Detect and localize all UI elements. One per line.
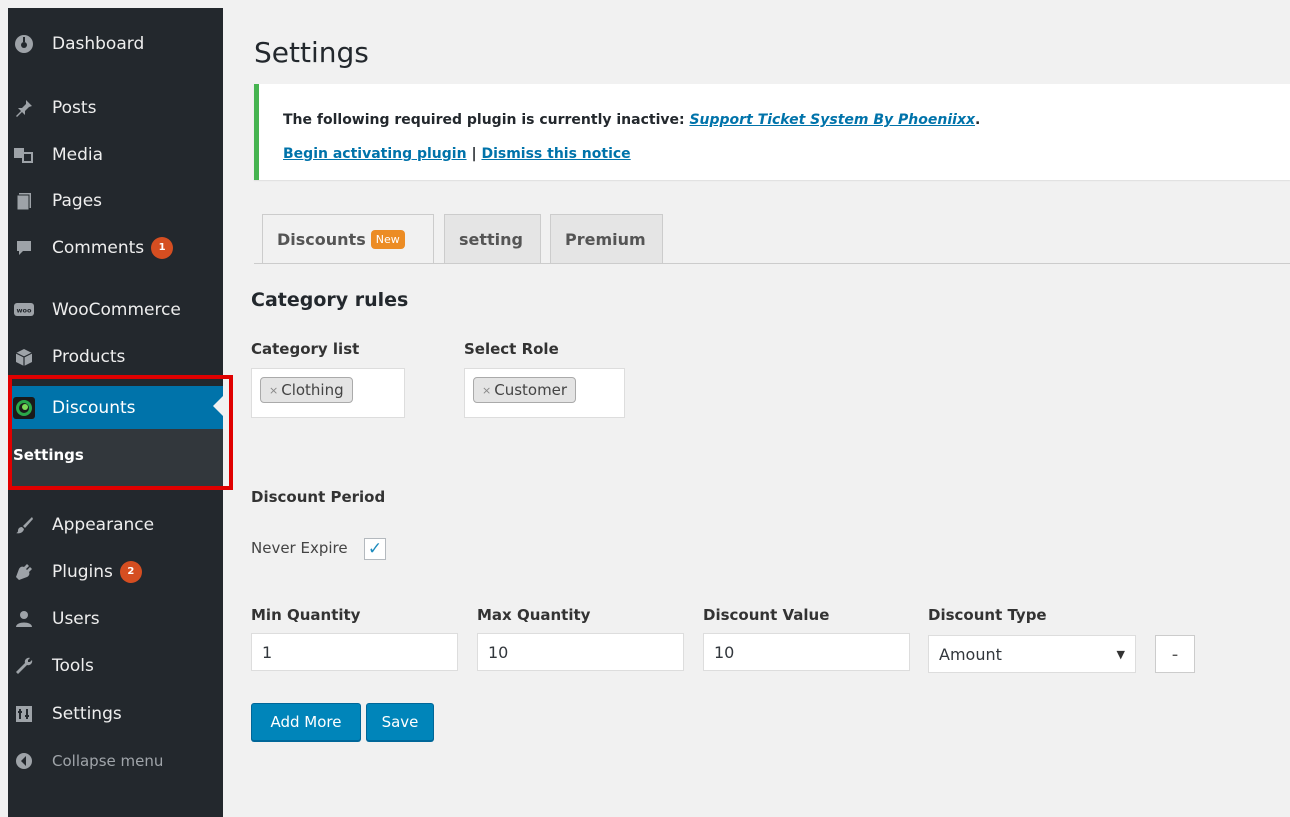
sidebar-item-products[interactable]: Products: [8, 337, 223, 377]
discount-type-select[interactable]: Amount ▼: [928, 635, 1136, 673]
category-token: × Clothing: [260, 377, 353, 403]
sidebar-item-tools[interactable]: Tools: [8, 646, 223, 686]
tab-premium[interactable]: Premium: [550, 214, 663, 264]
comment-icon: [13, 237, 35, 259]
sidebar-item-appearance[interactable]: Appearance: [8, 505, 223, 545]
new-badge: New: [370, 230, 405, 249]
chevron-down-icon: ▼: [1116, 647, 1125, 661]
media-icon: [13, 144, 35, 166]
discount-type-label: Discount Type: [928, 606, 1047, 624]
role-token-label: Customer: [494, 381, 568, 399]
sidebar-item-plugins[interactable]: Plugins 2: [8, 552, 223, 592]
collapse-icon: [13, 750, 35, 772]
tab-setting[interactable]: setting: [444, 214, 541, 264]
woo-icon: woo: [13, 299, 35, 321]
sidebar-item-label: Users: [52, 609, 100, 629]
required-plugin-link[interactable]: Support Ticket System By Phoeniixx: [689, 112, 975, 128]
add-more-button[interactable]: Add More: [251, 703, 361, 741]
sidebar-item-pages[interactable]: Pages: [8, 181, 223, 221]
pin-icon: [13, 97, 35, 119]
brush-icon: [13, 514, 35, 536]
category-token-label: Clothing: [281, 381, 344, 399]
remove-token-icon[interactable]: ×: [482, 384, 491, 397]
tab-label: Discounts: [277, 230, 366, 249]
sidebar-item-label: Dashboard: [52, 34, 145, 54]
category-list-label: Category list: [251, 340, 360, 358]
notice-actions: Begin activating plugin | Dismiss this n…: [283, 146, 631, 162]
dismiss-notice-link[interactable]: Dismiss this notice: [481, 146, 630, 162]
sidebar-item-media[interactable]: Media: [8, 135, 223, 175]
svg-text:woo: woo: [17, 307, 32, 315]
discount-type-value: Amount: [939, 644, 1002, 664]
sidebar-item-users[interactable]: Users: [8, 599, 223, 639]
sidebar-item-label: Tools: [52, 656, 94, 676]
save-button[interactable]: Save: [366, 703, 434, 741]
dashboard-icon: [13, 33, 35, 55]
never-expire-checkbox[interactable]: ✓: [364, 538, 386, 560]
comments-count-badge: 1: [151, 237, 174, 259]
discounts-submenu: Settings: [8, 429, 223, 489]
sidebar-item-label: Settings: [52, 704, 122, 724]
tab-label: setting: [459, 230, 523, 249]
category-rules-heading: Category rules: [251, 289, 409, 311]
sidebar-item-comments[interactable]: Comments 1: [8, 228, 223, 268]
sidebar-item-woocommerce[interactable]: woo WooCommerce: [8, 290, 223, 330]
plug-icon: [13, 561, 35, 583]
discount-period-label: Discount Period: [251, 488, 386, 506]
plugins-count-badge: 2: [119, 561, 142, 583]
min-quantity-input[interactable]: 1: [251, 633, 458, 671]
wrench-icon: [13, 655, 35, 677]
begin-activating-link[interactable]: Begin activating plugin: [283, 146, 467, 162]
discount-value-label: Discount Value: [703, 606, 830, 624]
sidebar-item-label: Appearance: [52, 515, 155, 535]
sidebar-item-dashboard[interactable]: Dashboard: [8, 24, 223, 64]
notice-text: The following required plugin is current…: [283, 112, 690, 128]
sidebar-item-label: WooCommerce: [52, 300, 181, 320]
sidebar-item-label: Media: [52, 145, 104, 165]
tab-label: Premium: [565, 230, 646, 249]
remove-token-icon[interactable]: ×: [269, 384, 278, 397]
submenu-item-settings[interactable]: Settings: [13, 446, 84, 464]
admin-sidebar: Dashboard Posts Media Pages Comments 1 wo…: [8, 8, 223, 817]
never-expire-label: Never Expire: [251, 539, 348, 557]
notice-separator: |: [466, 146, 482, 162]
box-icon: [13, 346, 35, 368]
discount-value-input[interactable]: 10: [703, 633, 910, 671]
max-quantity-label: Max Quantity: [477, 606, 591, 624]
collapse-menu-button[interactable]: Collapse menu: [8, 741, 223, 781]
users-icon: [13, 608, 35, 630]
sidebar-item-label: Posts: [52, 98, 97, 118]
tabs-divider: [254, 263, 1290, 264]
select-role-label: Select Role: [464, 340, 559, 358]
notice-message: The following required plugin is current…: [283, 112, 980, 128]
notice-period: .: [975, 112, 981, 128]
pages-icon: [13, 190, 35, 212]
sidebar-item-discounts[interactable]: Discounts: [8, 386, 223, 429]
sidebar-item-label: Pages: [52, 191, 103, 211]
settings-icon: [13, 703, 35, 725]
sidebar-item-label: Discounts: [52, 397, 136, 418]
sidebar-item-label: Plugins: [52, 562, 113, 582]
page-title: Settings: [254, 36, 369, 69]
sidebar-item-label: Comments: [52, 238, 145, 258]
active-indicator-arrow: [213, 396, 223, 416]
category-list-select[interactable]: × Clothing: [251, 368, 405, 418]
role-token: × Customer: [473, 377, 577, 403]
max-quantity-input[interactable]: 10: [477, 633, 684, 671]
tab-discounts[interactable]: Discounts New: [262, 214, 434, 264]
plugin-notice: The following required plugin is current…: [254, 84, 1290, 180]
remove-rule-button[interactable]: -: [1155, 635, 1195, 673]
sidebar-item-settings[interactable]: Settings: [8, 694, 223, 734]
sidebar-item-label: Collapse menu: [52, 752, 164, 770]
sidebar-item-label: Products: [52, 347, 126, 367]
select-role-select[interactable]: × Customer: [464, 368, 625, 418]
sidebar-item-posts[interactable]: Posts: [8, 88, 223, 128]
min-quantity-label: Min Quantity: [251, 606, 361, 624]
discounts-logo-icon: [13, 396, 35, 419]
